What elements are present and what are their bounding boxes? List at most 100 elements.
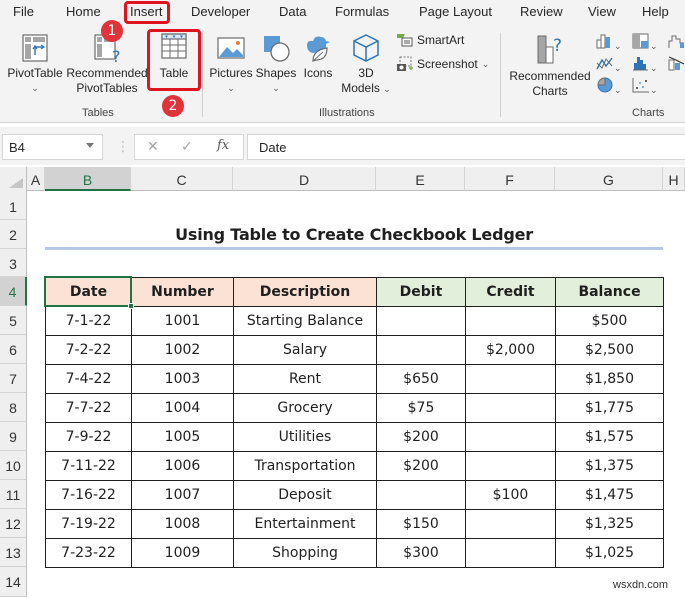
cell-date[interactable]: 7-16-22 xyxy=(45,480,132,510)
cell-number[interactable]: 1001 xyxy=(131,306,234,336)
pictures-button[interactable]: Pictures ⌄ xyxy=(207,33,255,96)
cell-credit[interactable]: $2,000 xyxy=(465,335,556,365)
cell-description[interactable]: Rent xyxy=(233,364,377,394)
cell-description[interactable]: Transportation xyxy=(233,451,377,481)
tab-view[interactable]: View xyxy=(588,4,616,19)
cell-number[interactable]: 1003 xyxy=(131,364,234,394)
column-header-e[interactable]: E xyxy=(376,167,465,191)
icons-button[interactable]: Icons xyxy=(300,33,336,81)
enter-icon[interactable]: ✓ xyxy=(181,138,193,155)
cell-credit[interactable] xyxy=(465,393,556,423)
cell-balance[interactable]: $1,775 xyxy=(555,393,664,423)
cell-date[interactable]: 7-7-22 xyxy=(45,393,132,423)
fill-handle[interactable] xyxy=(128,303,134,309)
row-header-14[interactable]: 14 xyxy=(0,567,27,597)
cell-date[interactable]: 7-4-22 xyxy=(45,364,132,394)
cell-credit[interactable] xyxy=(465,538,556,568)
statistic-chart-button[interactable]: ⌄ xyxy=(632,55,658,76)
cell-credit[interactable] xyxy=(465,451,556,481)
cell-debit[interactable]: $650 xyxy=(376,364,466,394)
row-header-12[interactable]: 12 xyxy=(0,509,27,538)
cell-date[interactable]: 7-1-22 xyxy=(45,306,132,336)
cell-description[interactable]: Shopping xyxy=(233,538,377,568)
name-box[interactable]: B4 xyxy=(2,134,103,160)
column-header-f[interactable]: F xyxy=(465,167,555,191)
cell-credit[interactable] xyxy=(465,422,556,452)
row-header-11[interactable]: 11 xyxy=(0,480,27,509)
cell-date[interactable]: 7-19-22 xyxy=(45,509,132,539)
cell-credit[interactable] xyxy=(465,364,556,394)
column-header-b[interactable]: B xyxy=(45,167,131,191)
shapes-button[interactable]: Shapes ⌄ xyxy=(255,33,297,96)
cell-number[interactable]: 1005 xyxy=(131,422,234,452)
cell-number[interactable]: 1002 xyxy=(131,335,234,365)
column-header-a[interactable]: A xyxy=(27,167,45,191)
tab-file[interactable]: File xyxy=(13,4,34,19)
header-credit[interactable]: Credit xyxy=(465,277,556,307)
header-debit[interactable]: Debit xyxy=(376,277,466,307)
header-description[interactable]: Description xyxy=(233,277,377,307)
row-header-3[interactable]: 3 xyxy=(0,249,27,277)
cell-balance[interactable]: $1,325 xyxy=(555,509,664,539)
cell-description[interactable]: Salary xyxy=(233,335,377,365)
row-header-7[interactable]: 7 xyxy=(0,364,27,393)
cell-description[interactable]: Starting Balance xyxy=(233,306,377,336)
cell-balance[interactable]: $1,025 xyxy=(555,538,664,568)
tab-data[interactable]: Data xyxy=(279,4,306,19)
cell-balance[interactable]: $1,375 xyxy=(555,451,664,481)
cell-debit[interactable]: $150 xyxy=(376,509,466,539)
row-header-6[interactable]: 6 xyxy=(0,335,27,364)
tab-help[interactable]: Help xyxy=(642,4,669,19)
tab-formulas[interactable]: Formulas xyxy=(335,4,389,19)
tab-review[interactable]: Review xyxy=(520,4,563,19)
cell-debit[interactable]: $200 xyxy=(376,422,466,452)
cell-balance[interactable]: $500 xyxy=(555,306,664,336)
cell-description[interactable]: Deposit xyxy=(233,480,377,510)
insert-function-icon[interactable]: fx xyxy=(217,138,229,153)
row-header-9[interactable]: 9 xyxy=(0,422,27,451)
column-chart-button[interactable]: ⌄ xyxy=(596,33,622,54)
header-balance[interactable]: Balance xyxy=(555,277,664,307)
cell-balance[interactable]: $1,475 xyxy=(555,480,664,510)
dropdown-arrow-icon[interactable] xyxy=(86,143,94,148)
pivottable-button[interactable]: PivotTable ⌄ xyxy=(4,33,66,96)
cell-balance[interactable]: $1,575 xyxy=(555,422,664,452)
cell-credit[interactable]: $100 xyxy=(465,480,556,510)
cell-credit[interactable] xyxy=(465,509,556,539)
cell-number[interactable]: 1007 xyxy=(131,480,234,510)
waterfall-chart-button[interactable] xyxy=(668,33,685,54)
cell-debit[interactable] xyxy=(376,480,466,510)
cell-balance[interactable]: $1,850 xyxy=(555,364,664,394)
smartart-button[interactable]: SmartArt xyxy=(397,33,464,47)
header-number[interactable]: Number xyxy=(131,277,234,307)
row-header-4[interactable]: 4 xyxy=(0,277,27,306)
pie-chart-button[interactable]: ⌄ xyxy=(596,77,622,98)
row-header-5[interactable]: 5 xyxy=(0,306,27,335)
tab-page-layout[interactable]: Page Layout xyxy=(419,4,492,19)
screenshot-button[interactable]: Screenshot ⌄ xyxy=(397,56,489,72)
cell-number[interactable]: 1009 xyxy=(131,538,234,568)
column-header-c[interactable]: C xyxy=(131,167,233,191)
cell-number[interactable]: 1008 xyxy=(131,509,234,539)
row-header-8[interactable]: 8 xyxy=(0,393,27,422)
cell-date[interactable]: 7-2-22 xyxy=(45,335,132,365)
row-header-10[interactable]: 10 xyxy=(0,451,27,480)
cell-credit[interactable] xyxy=(465,306,556,336)
column-header-g[interactable]: G xyxy=(555,167,663,191)
formula-input[interactable]: Date xyxy=(247,134,685,160)
tab-developer[interactable]: Developer xyxy=(191,4,250,19)
line-chart-button[interactable]: ⌄ xyxy=(596,55,622,76)
formula-bar-grip-icon[interactable]: ⋮ xyxy=(116,138,130,155)
cell-number[interactable]: 1004 xyxy=(131,393,234,423)
cell-description[interactable]: Utilities xyxy=(233,422,377,452)
header-date[interactable]: Date xyxy=(45,277,132,307)
cell-date[interactable]: 7-23-22 xyxy=(45,538,132,568)
scatter-chart-button[interactable]: ⌄ xyxy=(632,77,658,98)
combo-chart-button[interactable] xyxy=(668,55,685,76)
cell-balance[interactable]: $2,500 xyxy=(555,335,664,365)
column-header-d[interactable]: D xyxy=(233,167,376,191)
cancel-icon[interactable]: ✕ xyxy=(147,138,159,155)
cell-date[interactable]: 7-11-22 xyxy=(45,451,132,481)
row-header-1[interactable]: 1 xyxy=(0,191,27,220)
column-header-h[interactable]: H xyxy=(663,167,685,191)
